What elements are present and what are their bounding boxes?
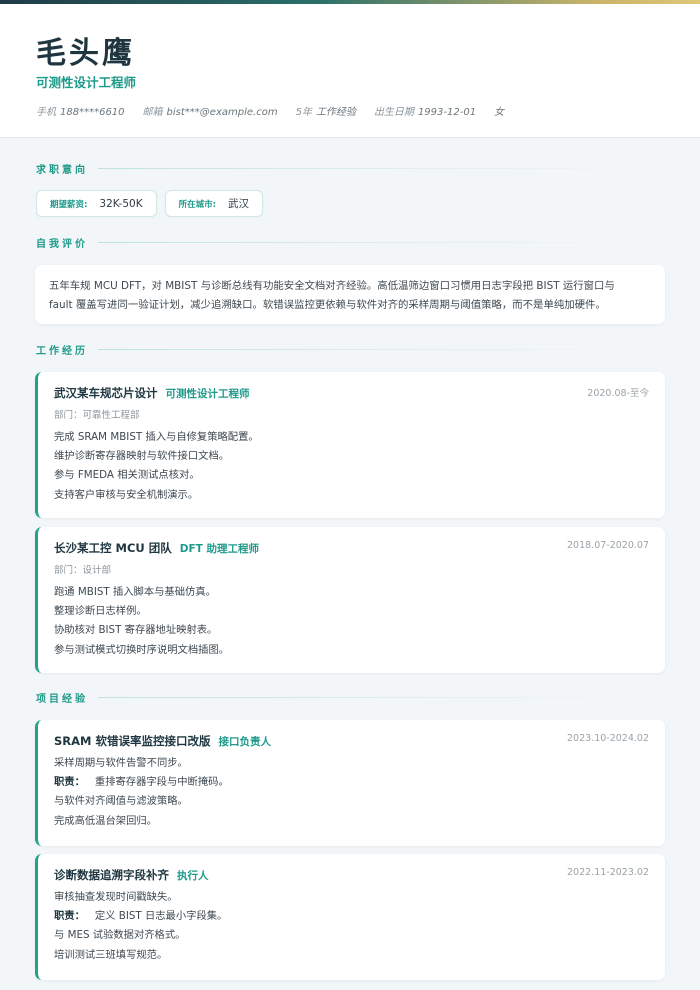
list-item: 培训测试三班填写规范。 <box>54 948 168 961</box>
work-company: 武汉某车规芯片设计 <box>54 386 158 400</box>
contact-experience: 5年 工作经验 <box>295 107 356 118</box>
list-item: 支持客户审核与安全机制演示。 <box>54 488 199 501</box>
work-entry: 武汉某车规芯片设计 可测性设计工程师 2020.08-至今 部门：可靠性工程部 … <box>35 372 665 518</box>
list-item: 与 MES 试验数据对齐格式。 <box>54 929 186 942</box>
objective-chips: 期望薪资: 32K-50K 所在城市: 武汉 <box>36 190 263 217</box>
contact-email: 邮箱 bist***@example.com <box>142 107 278 118</box>
section-summary-title: 自我评价 <box>36 238 88 250</box>
work-date: 2018.07-2020.07 <box>567 540 649 551</box>
work-date: 2020.08-至今 <box>587 388 649 399</box>
work-duties: 完成 SRAM MBIST 插入与自修复策略配置。 维护诊断寄存器映射与软件接口… <box>54 428 649 505</box>
resume-header: 毛头鹰 可测性设计工程师 手机 188****6610 邮箱 bist***@exa… <box>0 4 700 138</box>
section-divider <box>98 348 664 350</box>
work-role: DFT 助理工程师 <box>179 543 259 555</box>
project-duty: 职责： 定义 BIST 日志最小字段集。 <box>54 910 228 923</box>
project-role: 接口负责人 <box>218 736 271 748</box>
list-item: 与软件对齐阈值与滤波策略。 <box>54 795 188 808</box>
list-item: 参与测试模式切换时序说明文档插图。 <box>54 643 230 656</box>
work-role: 可测性设计工程师 <box>165 388 250 400</box>
section-work-header: 工作经历 <box>36 342 664 357</box>
project-date: 2022.11-2023.02 <box>567 867 649 878</box>
section-divider <box>98 696 664 698</box>
section-projects-header: 项目经验 <box>36 690 664 705</box>
work-department: 部门：设计部 <box>54 565 112 576</box>
project-name: 诊断数据追溯字段补齐 <box>54 868 169 882</box>
city-label: 所在城市: <box>178 199 216 210</box>
candidate-title: 可测性设计工程师 <box>36 75 137 90</box>
project-description: 采样周期与软件告警不同步。 <box>54 757 188 769</box>
section-divider <box>98 167 664 169</box>
contact-birthdate: 出生日期 1993-12-01 <box>373 107 477 118</box>
section-objective-title: 求职意向 <box>36 164 88 176</box>
salary-chip: 期望薪资: 32K-50K <box>36 190 157 217</box>
contact-info: 手机 188****6610 邮箱 bist***@example.com 5年 工作… <box>36 103 504 118</box>
project-duty: 职责： 重排寄存器字段与中断掩码。 <box>54 776 229 789</box>
section-work-title: 工作经历 <box>36 345 88 357</box>
section-divider <box>98 241 664 243</box>
summary-card: 五年车规 MCU DFT，对 MBIST 与诊断总线有功能安全文档对齐经验。高低… <box>35 265 665 324</box>
work-duties: 跑通 MBIST 插入脚本与基础仿真。 整理诊断日志样例。 协助核对 BIST … <box>54 583 649 660</box>
summary-line: fault 覆盖写进同一验证计划，减少追溯缺口。软错误监控更依赖与软件对齐的采样… <box>49 299 606 311</box>
section-projects-title: 项目经验 <box>36 693 88 705</box>
summary-line: 五年车规 MCU DFT，对 MBIST 与诊断总线有功能安全文档对齐经验。高低… <box>49 280 615 292</box>
list-item: 维护诊断寄存器映射与软件接口文档。 <box>54 450 230 463</box>
contact-phone: 手机 188****6610 <box>36 107 125 118</box>
project-name: SRAM 软错误率监控接口改版 <box>54 734 211 748</box>
work-department: 部门：可靠性工程部 <box>54 410 140 421</box>
salary-value: 32K-50K <box>99 197 143 210</box>
project-description: 审核抽查发现时间戳缺失。 <box>54 891 178 903</box>
section-summary-header: 自我评价 <box>36 235 664 250</box>
candidate-name: 毛头鹰 <box>36 36 135 71</box>
contact-gender: 女 <box>494 107 505 118</box>
project-entry: 诊断数据追溯字段补齐 执行人 2022.11-2023.02 审核抽查发现时间戳… <box>35 854 665 980</box>
project-entry: SRAM 软错误率监控接口改版 接口负责人 2023.10-2024.02 采样… <box>35 720 665 846</box>
list-item: 完成 SRAM MBIST 插入与自修复策略配置。 <box>54 431 259 443</box>
work-company: 长沙某工控 MCU 团队 <box>54 541 172 555</box>
list-item: 跑通 MBIST 插入脚本与基础仿真。 <box>54 586 216 598</box>
project-details: 审核抽查发现时间戳缺失。 职责： 定义 BIST 日志最小字段集。 与 MES 试… <box>54 888 649 965</box>
list-item: 协助核对 BIST 寄存器地址映射表。 <box>54 624 218 637</box>
project-details: 采样周期与软件告警不同步。 职责： 重排寄存器字段与中断掩码。 与软件对齐阈值与滤… <box>54 754 649 831</box>
list-item: 参与 FMEDA 相关测试点核对。 <box>54 469 200 482</box>
list-item: 完成高低温台架回归。 <box>54 814 157 827</box>
project-role: 执行人 <box>177 870 209 882</box>
city-value: 武汉 <box>228 198 249 210</box>
salary-label: 期望薪资: <box>50 199 88 210</box>
project-date: 2023.10-2024.02 <box>567 733 649 744</box>
list-item: 整理诊断日志样例。 <box>54 605 147 618</box>
city-chip: 所在城市: 武汉 <box>164 190 263 217</box>
section-objective-header: 求职意向 <box>36 161 664 176</box>
summary-text: 五年车规 MCU DFT，对 MBIST 与诊断总线有功能安全文档对齐经验。高低… <box>35 265 665 327</box>
work-entry: 长沙某工控 MCU 团队 DFT 助理工程师 2018.07-2020.07 部… <box>35 527 665 673</box>
